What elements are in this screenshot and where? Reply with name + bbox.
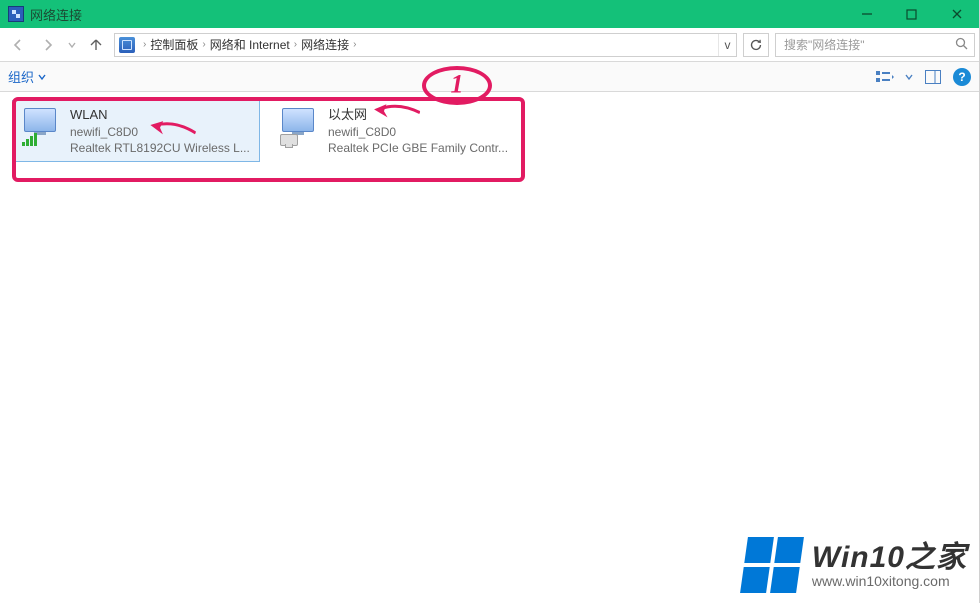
connection-adapter: Realtek RTL8192CU Wireless L... (70, 140, 250, 156)
preview-pane-button[interactable] (923, 67, 943, 87)
windows-logo-icon (740, 537, 804, 593)
maximize-button[interactable] (889, 0, 934, 28)
help-button[interactable]: ? (953, 68, 971, 86)
chevron-down-icon (38, 73, 46, 81)
view-options-button[interactable] (875, 67, 895, 87)
organize-button[interactable]: 组织 (8, 67, 46, 86)
up-button[interactable] (84, 33, 108, 57)
chevron-right-icon: › (143, 39, 146, 50)
chevron-right-icon: › (294, 39, 297, 50)
ethernet-adapter-icon (278, 106, 318, 146)
close-button[interactable] (934, 0, 979, 28)
connection-name: WLAN (70, 106, 250, 124)
watermark-url: www.win10xitong.com (812, 574, 967, 589)
refresh-button[interactable] (743, 33, 769, 57)
recent-dropdown-icon[interactable] (66, 33, 78, 57)
view-tools: ? (875, 67, 971, 87)
breadcrumb-item[interactable]: 网络连接 (301, 36, 349, 53)
minimize-button[interactable] (844, 0, 889, 28)
chevron-right-icon: › (202, 39, 205, 50)
connection-item-ethernet[interactable]: 以太网 newifi_C8D0 Realtek PCIe GBE Family … (270, 100, 518, 162)
connection-ssid: newifi_C8D0 (70, 124, 250, 140)
search-icon[interactable] (955, 37, 968, 53)
help-icon: ? (958, 70, 965, 84)
connection-ssid: newifi_C8D0 (328, 124, 508, 140)
forward-button[interactable] (36, 33, 60, 57)
watermark-title: Win10之家 (812, 541, 967, 574)
watermark: Win10之家 www.win10xitong.com (744, 537, 967, 593)
connection-name: 以太网 (328, 106, 508, 124)
back-button[interactable] (6, 33, 30, 57)
search-input[interactable] (782, 37, 955, 53)
chevron-right-icon: › (353, 39, 356, 50)
content-area: 1 WLAN newifi_C8D0 Realtek RTL8192CU Wir… (0, 92, 979, 603)
window-buttons (844, 0, 979, 28)
search-box[interactable] (775, 33, 975, 57)
command-bar: 组织 ? (0, 62, 979, 92)
organize-label: 组织 (8, 67, 34, 86)
breadcrumb-item[interactable]: 网络和 Internet (210, 36, 290, 53)
address-bar: › 控制面板 › 网络和 Internet › 网络连接 › v (0, 28, 979, 62)
connection-item-wlan[interactable]: WLAN newifi_C8D0 Realtek RTL8192CU Wirel… (12, 100, 260, 162)
address-dropdown-icon[interactable]: v (718, 34, 736, 56)
titlebar: 网络连接 (0, 0, 979, 28)
wifi-adapter-icon (20, 106, 60, 146)
breadcrumb-item[interactable]: 控制面板 (150, 36, 198, 53)
app-icon (8, 6, 24, 22)
breadcrumb[interactable]: › 控制面板 › 网络和 Internet › 网络连接 › v (114, 33, 737, 57)
connection-adapter: Realtek PCIe GBE Family Contr... (328, 140, 508, 156)
control-panel-icon (119, 37, 135, 53)
chevron-down-icon[interactable] (905, 73, 913, 81)
window-title: 网络连接 (30, 5, 82, 24)
connections-list: WLAN newifi_C8D0 Realtek RTL8192CU Wirel… (12, 100, 518, 162)
